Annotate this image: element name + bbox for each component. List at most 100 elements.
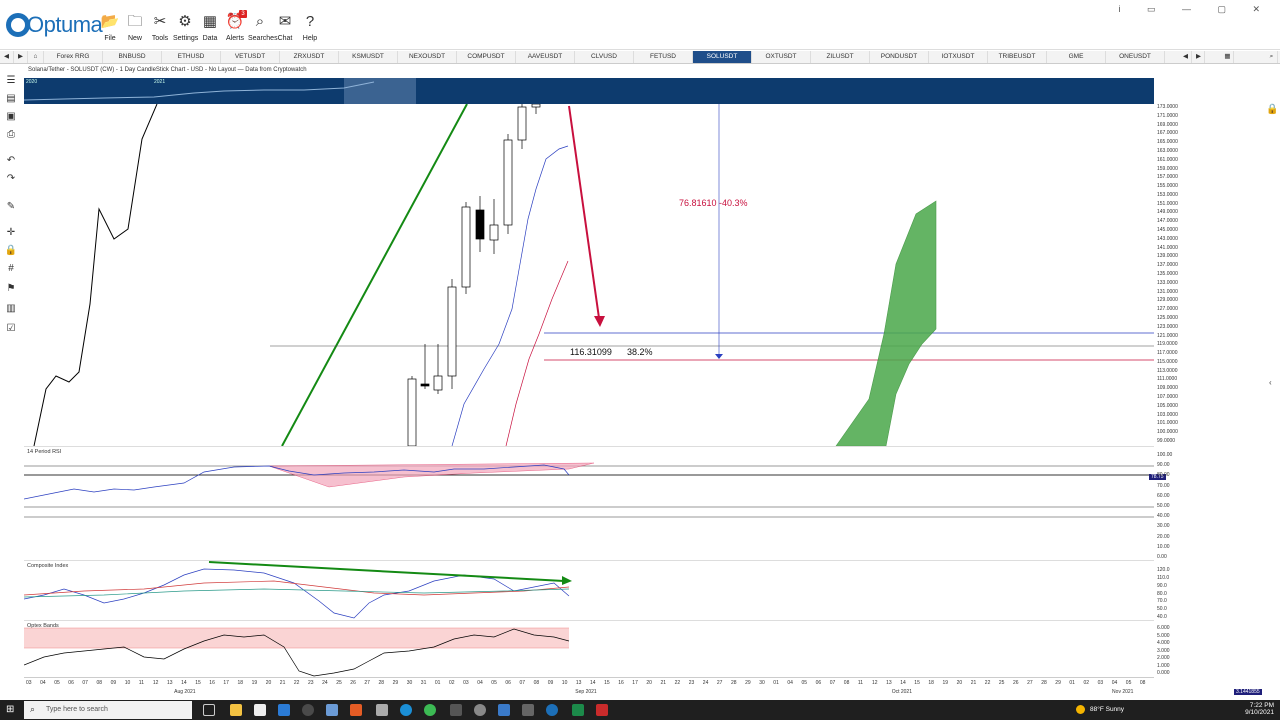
app2-icon[interactable] [498,704,510,716]
tabs-scroll-left-icon[interactable]: ◀ [1180,51,1192,63]
task-view-icon[interactable] [203,704,215,716]
clock[interactable]: 7:22 PM 9/10/2021 [1245,702,1274,716]
app3-icon[interactable] [522,704,534,716]
tab-iotxusdt[interactable]: IOTXUSDT [929,51,988,63]
tab-tribeusdt[interactable]: TRIBEUSDT [988,51,1047,63]
ribbon-button-label: Help [302,35,318,42]
chrome-icon[interactable] [424,704,436,716]
overview-sparkline [24,78,416,104]
price-axis-label: 141.0000 [1157,244,1178,251]
windows-start-icon[interactable]: ⊞ [6,704,14,715]
collapse-panel-icon[interactable]: ‹ [1269,378,1272,387]
tabs-scroll-right-icon[interactable]: ▶ [1193,51,1205,63]
price-axis-label: 157.0000 [1157,174,1178,181]
crosshair-icon[interactable]: ✛ [4,226,18,240]
price-axis-label: 133.0000 [1157,279,1178,286]
tab-clvusd[interactable]: CLVUSD [575,51,634,63]
candle-body [420,383,430,387]
tools-button[interactable]: ✂ Tools [148,12,172,48]
rsi-panel[interactable]: 14 Period RSI 78.75 [24,446,1166,559]
lock-icon[interactable]: 🔒 [4,244,18,258]
optex-panel[interactable]: Optex Bands [24,620,1154,677]
file-explorer-icon[interactable] [230,704,242,716]
app5-icon[interactable] [596,704,608,716]
date-tick: 27 [716,680,723,686]
tab-fetusd[interactable]: FETUSD [634,51,693,63]
searches-button[interactable]: ⌕ Searches [248,12,278,48]
tab-nexousdt[interactable]: NEXOUSDT [398,51,457,63]
edge-icon[interactable] [400,704,412,716]
notes-icon[interactable]: ▥ [4,302,18,316]
tab-ethusd[interactable]: ETHUSD [162,51,221,63]
data-button[interactable]: ▦ Data [198,12,222,48]
composite-panel[interactable]: Composite Index [24,560,1154,619]
taskbar-search-input[interactable]: Type here to search [24,701,192,719]
overview-navigator[interactable]: 2020 2021 [24,78,1154,104]
chat-button[interactable]: ✉ Chat [273,12,297,48]
steam-icon[interactable] [474,704,486,716]
brave-icon[interactable] [350,704,362,716]
tab-compusdt[interactable]: COMPUSDT [457,51,516,63]
settings-button[interactable]: ⚙ Settings [173,12,198,48]
tab-solusdt[interactable]: SOLUSDT [693,51,752,63]
tabs-search-icon[interactable]: ⌕ [1266,51,1278,63]
open-icon[interactable]: ▤ [4,92,18,106]
tab-forex-rrg[interactable]: Forex RRG [44,51,103,63]
alerts-button[interactable]: ⏰ Alerts 3 [223,10,247,48]
app-icon[interactable] [302,704,314,716]
optuma-taskbar-icon[interactable] [546,704,558,716]
rsi-axis-label: 40.00 [1157,513,1170,520]
price-axis-label: 137.0000 [1157,262,1178,269]
date-tick: 29 [392,680,399,686]
file-button[interactable]: 📂 File [98,12,122,48]
date-tick: 23 [308,680,314,686]
tab-bnbusd[interactable]: BNBUSD [103,51,162,63]
mail-icon[interactable] [278,704,290,716]
candle-body [503,139,513,226]
list-icon[interactable]: ☰ [4,74,18,88]
tab-ksmusdt[interactable]: KSMUSDT [339,51,398,63]
tab-vetusdt[interactable]: VETUSDT [221,51,280,63]
tab-gme[interactable]: GME [1047,51,1106,63]
tab-oneusdt[interactable]: ONEUSDT [1106,51,1165,63]
stamp-icon[interactable]: ⚑ [4,282,18,296]
left-toolbar: ☰ ▤ ▣ ⎙ ↶ ↷ ✎ ✛ 🔒 # ⚑ ▥ ☑ [0,72,22,342]
price-axis-label: 167.0000 [1157,130,1178,137]
folder-app-icon[interactable] [326,704,338,716]
ribbon-button-label: Alerts [226,35,244,42]
new-button[interactable]: 🗀 New [123,12,147,48]
tab-forward-icon[interactable]: ▶ [14,51,28,63]
app4-icon[interactable] [572,704,584,716]
redo-icon[interactable]: ↷ [4,172,18,186]
terminal-icon[interactable] [450,704,462,716]
chart-lock-icon[interactable]: 🔒 [1266,104,1278,115]
document-icon[interactable] [376,704,388,716]
window-controls[interactable]: i ▭ — ▢ ✕ [1118,4,1272,15]
month-label: Oct 2021 [891,689,912,695]
tab-zilusdt[interactable]: ZILUSDT [811,51,870,63]
draw-tool-icon[interactable]: ✎ [4,200,18,214]
grid-icon[interactable]: # [4,262,18,276]
save-icon[interactable]: ▣ [4,110,18,124]
print-icon[interactable]: ⎙ [4,128,18,142]
date-tick: 01 [773,680,779,686]
checklist-icon[interactable]: ☑ [4,322,18,336]
notepad-icon[interactable] [254,704,266,716]
grid-view-icon[interactable]: ▦ [1222,51,1234,63]
tab-zrxusdt[interactable]: ZRXUSDT [280,51,339,63]
composite-arrow-head-icon [562,576,572,585]
price-chart[interactable]: 76.81610 -40.3% 116.31099 38.2% [24,104,1154,446]
chart-subtitle: Solana/Tether - SOLUSDT (CW) - 1 Day Can… [28,67,307,73]
price-axis-label: 143.0000 [1157,235,1178,242]
tab-oxtusdt[interactable]: OXTUSDT [752,51,811,63]
folder-icon: 📂 [100,13,120,30]
help-button[interactable]: ? Help [298,12,322,48]
tab-pondusdt[interactable]: PONDUSDT [870,51,929,63]
overview-window[interactable] [344,78,416,104]
undo-icon[interactable]: ↶ [4,154,18,168]
date-tick: 21 [970,680,977,686]
date-tick: 13 [167,680,173,686]
home-icon[interactable]: ⌂ [28,51,44,63]
tab-aaveusdt[interactable]: AAVEUSDT [516,51,575,63]
tab-back-icon[interactable]: ◀ [0,51,14,63]
